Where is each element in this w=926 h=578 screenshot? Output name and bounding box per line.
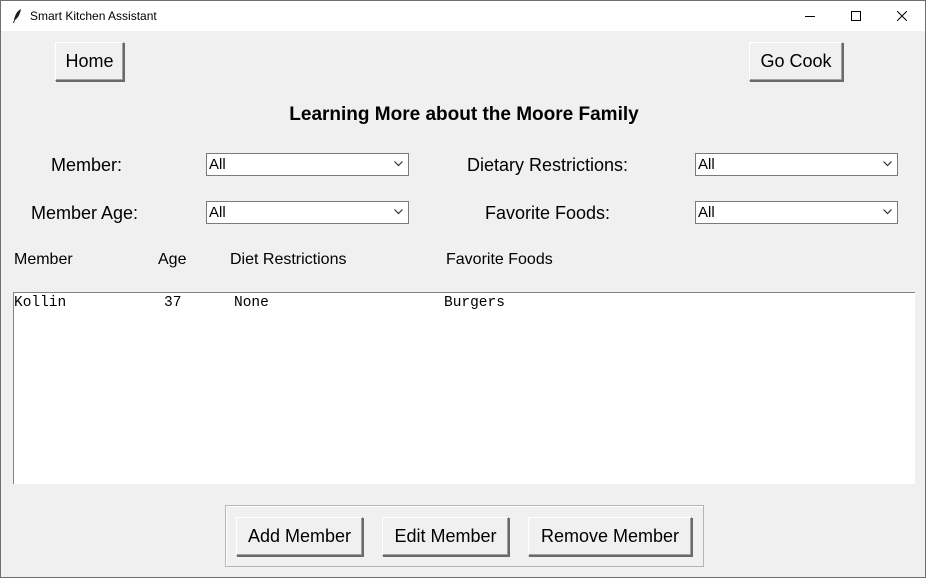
maximize-icon bbox=[851, 11, 861, 21]
close-icon bbox=[897, 11, 907, 21]
column-header-foods: Favorite Foods bbox=[446, 251, 553, 268]
cell-diet: None bbox=[234, 295, 269, 311]
column-header-diet: Diet Restrictions bbox=[230, 251, 347, 268]
chevron-down-icon bbox=[883, 209, 892, 215]
chevron-down-icon bbox=[394, 209, 403, 215]
foods-filter-label: Favorite Foods: bbox=[485, 203, 611, 223]
chevron-down-icon bbox=[883, 161, 892, 167]
foods-filter-value: All bbox=[698, 204, 715, 221]
page-title: Learning More about the Moore Family bbox=[289, 104, 639, 125]
dietary-filter-value: All bbox=[698, 156, 715, 173]
cell-foods: Burgers bbox=[444, 295, 505, 311]
edit-member-button[interactable]: Edit Member bbox=[382, 517, 509, 556]
feather-icon bbox=[12, 8, 22, 24]
foods-filter-select[interactable]: All bbox=[695, 201, 898, 224]
chevron-down-icon bbox=[394, 161, 403, 167]
minimize-button[interactable] bbox=[787, 1, 833, 31]
list-item[interactable]: Kollin 37 None Burgers bbox=[14, 295, 914, 312]
home-button[interactable]: Home bbox=[55, 42, 124, 81]
window-title: Smart Kitchen Assistant bbox=[30, 9, 157, 23]
remove-member-button[interactable]: Remove Member bbox=[528, 517, 692, 556]
close-button[interactable] bbox=[879, 1, 925, 31]
member-filter-label: Member: bbox=[51, 155, 123, 175]
go-cook-button[interactable]: Go Cook bbox=[749, 42, 843, 81]
column-header-member: Member bbox=[14, 251, 73, 268]
age-filter-select[interactable]: All bbox=[206, 201, 409, 224]
cell-member: Kollin bbox=[14, 295, 67, 311]
maximize-button[interactable] bbox=[833, 1, 879, 31]
add-member-button[interactable]: Add Member bbox=[236, 517, 363, 556]
member-filter-value: All bbox=[209, 156, 226, 173]
minimize-icon bbox=[805, 16, 815, 17]
title-bar[interactable]: Smart Kitchen Assistant bbox=[1, 1, 925, 31]
age-filter-label: Member Age: bbox=[31, 203, 139, 223]
dietary-filter-label: Dietary Restrictions: bbox=[467, 155, 629, 175]
app-window: Smart Kitchen Assistant Home Go Cook Lea… bbox=[0, 0, 926, 578]
dietary-filter-select[interactable]: All bbox=[695, 153, 898, 176]
age-filter-value: All bbox=[209, 204, 226, 221]
members-listbox[interactable]: Kollin 37 None Burgers bbox=[13, 292, 915, 484]
column-header-age: Age bbox=[158, 251, 187, 268]
cell-age: 37 bbox=[164, 295, 182, 311]
member-filter-select[interactable]: All bbox=[206, 153, 409, 176]
